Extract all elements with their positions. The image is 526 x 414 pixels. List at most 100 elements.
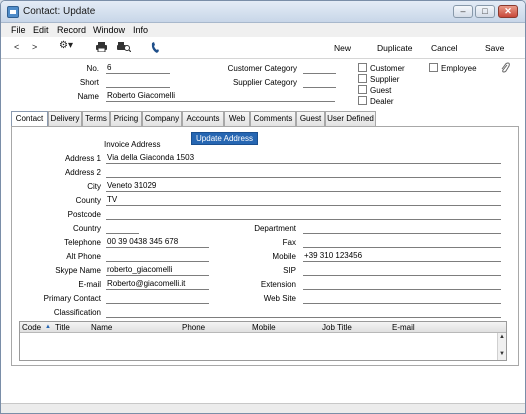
guest-checkbox[interactable] (358, 85, 367, 94)
classification-label: Classification (53, 308, 101, 317)
short-label: Short (79, 78, 99, 87)
tab-accounts[interactable]: Accounts (182, 111, 224, 126)
maximize-button[interactable]: □ (475, 5, 495, 18)
customer-category-field[interactable] (303, 63, 336, 74)
previous-record-button[interactable]: < (14, 42, 19, 52)
column-header-job-title[interactable]: Job Title (322, 323, 352, 332)
web-site-field[interactable] (303, 293, 501, 304)
tab-guest[interactable]: Guest (296, 111, 325, 126)
column-header-name[interactable]: Name (91, 323, 112, 332)
save-button[interactable]: Save (485, 43, 504, 53)
fax-label: Fax (282, 238, 296, 247)
telephone-field[interactable]: 00 39 0438 345 678 (106, 237, 209, 248)
department-field[interactable] (303, 223, 501, 234)
new-button[interactable]: New (334, 43, 351, 53)
supplier-checkbox-label: Supplier (370, 75, 400, 84)
dealer-checkbox[interactable] (358, 96, 367, 105)
tab-delivery[interactable]: Delivery (48, 111, 82, 126)
scroll-up-icon[interactable]: ▲ (498, 334, 506, 340)
skype-name-label: Skype Name (55, 266, 101, 275)
gear-icon[interactable]: ⚙▾ (59, 40, 73, 51)
duplicate-button[interactable]: Duplicate (377, 43, 412, 53)
address1-label: Address 1 (64, 154, 101, 163)
menu-window[interactable]: Window (93, 25, 125, 35)
alt-phone-label: Alt Phone (66, 252, 101, 261)
customer-checkbox[interactable] (358, 63, 367, 72)
fax-field[interactable] (303, 237, 501, 248)
scroll-down-icon[interactable]: ▼ (498, 351, 506, 357)
county-label: County (75, 196, 101, 205)
app-icon (7, 6, 19, 18)
tab-web[interactable]: Web (224, 111, 250, 126)
dealer-checkbox-label: Dealer (370, 97, 394, 106)
supplier-category-label: Supplier Category (232, 78, 297, 87)
classification-field[interactable] (106, 307, 501, 318)
city-field[interactable]: Veneto 31029 (106, 181, 501, 192)
alt-phone-field[interactable] (106, 251, 209, 262)
sip-field[interactable] (303, 265, 501, 276)
grid-scrollbar[interactable]: ▲ ▼ (497, 333, 506, 360)
menu-info[interactable]: Info (133, 25, 148, 35)
no-field[interactable]: 6 (106, 63, 170, 74)
paperclip-icon[interactable] (501, 62, 510, 76)
print-icon[interactable] (96, 42, 107, 54)
menu-bar: File Edit Record Window Info (1, 23, 525, 37)
email-field[interactable]: Roberto@giacomelli.it (106, 279, 209, 290)
primary-contact-field[interactable] (106, 293, 209, 304)
supplier-checkbox[interactable] (358, 74, 367, 83)
grid-header: Code ▲ Title Name Phone Mobile Job Title… (20, 322, 506, 333)
update-address-button[interactable]: Update Address (191, 132, 258, 145)
extension-field[interactable] (303, 279, 501, 290)
tab-pricing[interactable]: Pricing (110, 111, 142, 126)
tab-company[interactable]: Company (142, 111, 182, 126)
guest-checkbox-label: Guest (370, 86, 392, 95)
tab-contact[interactable]: Contact (11, 111, 48, 127)
column-header-mobile[interactable]: Mobile (252, 323, 276, 332)
address1-field[interactable]: Via della Giaconda 1503 (106, 153, 501, 164)
menu-file[interactable]: File (11, 25, 26, 35)
department-label: Department (254, 224, 296, 233)
mobile-field[interactable]: +39 310 123456 (303, 251, 501, 262)
menu-record[interactable]: Record (57, 25, 86, 35)
postcode-label: Postcode (67, 210, 101, 219)
extension-label: Extension (260, 280, 296, 289)
supplier-category-field[interactable] (303, 77, 336, 88)
sort-ascending-icon: ▲ (45, 324, 51, 330)
header-fields: No. 6 Short Name Roberto Giacomelli Cust… (1, 59, 525, 109)
employee-checkbox[interactable] (429, 63, 438, 72)
tab-comments[interactable]: Comments (250, 111, 296, 126)
next-record-button[interactable]: > (32, 42, 37, 52)
skype-name-field[interactable]: roberto_giacomelli (106, 265, 209, 276)
close-button[interactable]: ✕ (498, 5, 518, 18)
customer-category-label: Customer Category (227, 64, 297, 73)
minimize-button[interactable]: – (453, 5, 473, 18)
title-bar: Contact: Update – □ ✕ (1, 1, 525, 23)
menu-edit[interactable]: Edit (33, 25, 49, 35)
column-header-email[interactable]: E-mail (392, 323, 415, 332)
cancel-button[interactable]: Cancel (431, 43, 457, 53)
phone-icon[interactable] (151, 42, 159, 55)
contact-update-window: Contact: Update – □ ✕ File Edit Record W… (0, 0, 526, 414)
city-label: City (87, 182, 101, 191)
country-field[interactable] (106, 223, 139, 234)
short-field[interactable] (106, 77, 170, 88)
name-field[interactable]: Roberto Giacomelli (106, 91, 335, 102)
column-header-phone[interactable]: Phone (182, 323, 205, 332)
toolbar: < > ⚙▾ New Duplicate Cancel Save (1, 37, 525, 59)
tab-user-defined[interactable]: User Defined (325, 111, 376, 126)
sip-label: SIP (283, 266, 296, 275)
window-title: Contact: Update (23, 6, 96, 17)
status-bar (1, 403, 525, 413)
name-label: Name (77, 92, 99, 101)
postcode-field[interactable] (106, 209, 501, 220)
web-site-label: Web Site (263, 294, 296, 303)
county-field[interactable]: TV (106, 195, 501, 206)
primary-contact-label: Primary Contact (43, 294, 101, 303)
telephone-label: Telephone (64, 238, 101, 247)
email-label: E-mail (78, 280, 101, 289)
print-preview-icon[interactable] (117, 42, 132, 54)
tab-terms[interactable]: Terms (82, 111, 110, 126)
column-header-title[interactable]: Title (55, 323, 70, 332)
column-header-code[interactable]: Code (22, 323, 41, 332)
address2-field[interactable] (106, 167, 501, 178)
